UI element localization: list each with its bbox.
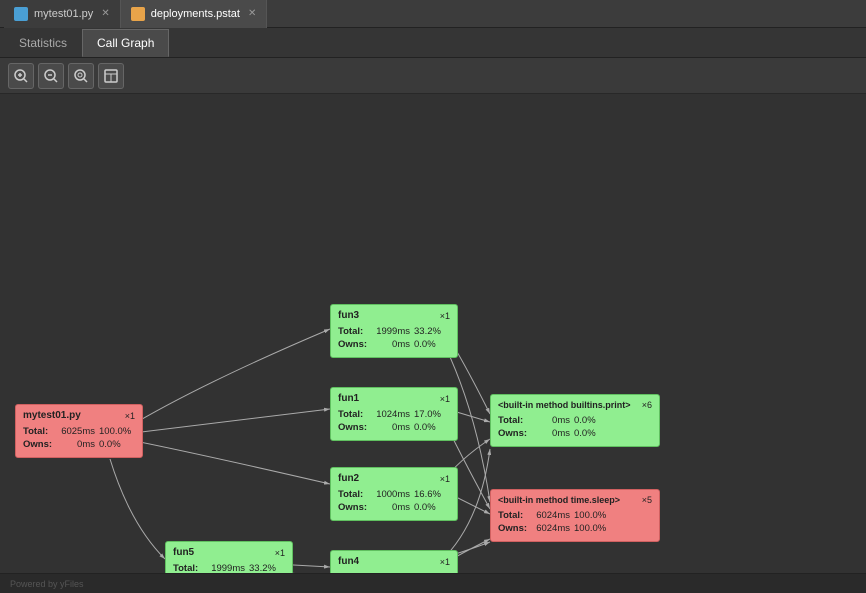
node-builtin-sleep-own-time: 6024ms bbox=[534, 522, 570, 535]
node-fun1-total-pct: 17.0% bbox=[414, 408, 450, 421]
node-mytest01[interactable]: mytest01.py ×1 Total: 6025ms 100.0% Owns… bbox=[15, 404, 143, 458]
export-button[interactable] bbox=[98, 63, 124, 89]
zoom-out-button[interactable] bbox=[38, 63, 64, 89]
node-fun3-own-pct: 0.0% bbox=[414, 338, 450, 351]
node-fun5[interactable]: fun5 ×1 Total: 1999ms 33.2% Owns: 0ms 0.… bbox=[165, 541, 293, 573]
tab-mytest01-label: mytest01.py bbox=[34, 8, 93, 20]
tab-statistics[interactable]: Statistics bbox=[4, 29, 82, 57]
node-builtin-sleep[interactable]: <built-in method time.sleep> ×5 Total: 6… bbox=[490, 489, 660, 542]
node-fun1[interactable]: fun1 ×1 Total: 1024ms 17.0% Owns: 0ms 0.… bbox=[330, 387, 458, 441]
node-builtin-print-own-pct: 0.0% bbox=[574, 427, 610, 440]
footer: Powered by yFiles bbox=[0, 573, 866, 593]
node-builtin-sleep-label: <built-in method time.sleep> bbox=[498, 495, 620, 505]
node-builtin-sleep-count: ×5 bbox=[642, 495, 652, 505]
fit-button[interactable] bbox=[68, 63, 94, 89]
node-builtin-print-total-pct: 0.0% bbox=[574, 414, 610, 427]
node-builtin-sleep-own-pct: 100.0% bbox=[574, 522, 610, 535]
tab-mytest01[interactable]: mytest01.py ✕ bbox=[4, 0, 121, 28]
node-fun2[interactable]: fun2 ×1 Total: 1000ms 16.6% Owns: 0ms 0.… bbox=[330, 467, 458, 521]
node-fun3[interactable]: fun3 ×1 Total: 1999ms 33.2% Owns: 0ms 0.… bbox=[330, 304, 458, 358]
tab-deployments-label: deployments.pstat bbox=[151, 8, 240, 20]
node-fun2-own-pct: 0.0% bbox=[414, 501, 450, 514]
tab-deployments-close[interactable]: ✕ bbox=[248, 8, 256, 19]
node-builtin-print-count: ×6 bbox=[642, 400, 652, 410]
node-fun3-label: fun3 bbox=[338, 310, 359, 321]
pstat-icon bbox=[131, 7, 145, 21]
zoom-out-icon bbox=[43, 68, 59, 84]
node-builtin-print[interactable]: <built-in method builtins.print> ×6 Tota… bbox=[490, 394, 660, 447]
node-mytest01-count: ×1 bbox=[125, 411, 135, 421]
node-mytest01-label: mytest01.py bbox=[23, 410, 81, 421]
node-fun5-label: fun5 bbox=[173, 547, 194, 558]
node-fun2-total-pct: 16.6% bbox=[414, 488, 450, 501]
tab-callgraph[interactable]: Call Graph bbox=[82, 29, 169, 57]
toolbar bbox=[0, 58, 866, 94]
node-fun1-own-pct: 0.0% bbox=[414, 421, 450, 434]
node-builtin-print-label: <built-in method builtins.print> bbox=[498, 400, 631, 410]
node-mytest01-total-pct: 100.0% bbox=[99, 425, 135, 438]
nav-tabs: Statistics Call Graph bbox=[0, 28, 866, 58]
node-fun1-total-time: 1024ms bbox=[374, 408, 410, 421]
footer-text: Powered by yFiles bbox=[10, 579, 84, 589]
node-builtin-sleep-total-time: 6024ms bbox=[534, 509, 570, 522]
node-fun2-own-time: 0ms bbox=[374, 501, 410, 514]
node-fun2-label: fun2 bbox=[338, 473, 359, 484]
node-fun1-label: fun1 bbox=[338, 393, 359, 404]
node-fun1-count: ×1 bbox=[440, 394, 450, 404]
graph-area[interactable]: mytest01.py ×1 Total: 6025ms 100.0% Owns… bbox=[0, 94, 866, 573]
fit-icon bbox=[73, 68, 89, 84]
node-fun3-total-time: 1999ms bbox=[374, 325, 410, 338]
node-mytest01-total-time: 6025ms bbox=[59, 425, 95, 438]
node-fun4[interactable]: fun4 ×1 Total: 999ms 16.6% Owns: 0ms 0.0… bbox=[330, 550, 458, 573]
node-builtin-sleep-total-pct: 100.0% bbox=[574, 509, 610, 522]
tab-deployments[interactable]: deployments.pstat ✕ bbox=[121, 0, 268, 28]
title-bar: mytest01.py ✕ deployments.pstat ✕ bbox=[0, 0, 866, 28]
zoom-in-icon bbox=[13, 68, 29, 84]
node-mytest01-own-pct: 0.0% bbox=[99, 438, 135, 451]
zoom-in-button[interactable] bbox=[8, 63, 34, 89]
node-fun5-total-pct: 33.2% bbox=[249, 562, 285, 573]
node-fun3-total-pct: 33.2% bbox=[414, 325, 450, 338]
export-icon bbox=[103, 68, 119, 84]
node-fun2-total-time: 1000ms bbox=[374, 488, 410, 501]
node-fun1-own-time: 0ms bbox=[374, 421, 410, 434]
node-builtin-print-total-time: 0ms bbox=[534, 414, 570, 427]
node-fun3-count: ×1 bbox=[440, 311, 450, 321]
py-icon bbox=[14, 7, 28, 21]
tab-mytest01-close[interactable]: ✕ bbox=[101, 8, 109, 19]
node-fun5-total-time: 1999ms bbox=[209, 562, 245, 573]
node-fun4-label: fun4 bbox=[338, 556, 359, 567]
node-fun3-own-time: 0ms bbox=[374, 338, 410, 351]
node-fun2-count: ×1 bbox=[440, 474, 450, 484]
node-fun5-count: ×1 bbox=[275, 548, 285, 558]
node-builtin-print-own-time: 0ms bbox=[534, 427, 570, 440]
node-mytest01-own-time: 0ms bbox=[59, 438, 95, 451]
node-fun4-count: ×1 bbox=[440, 557, 450, 567]
